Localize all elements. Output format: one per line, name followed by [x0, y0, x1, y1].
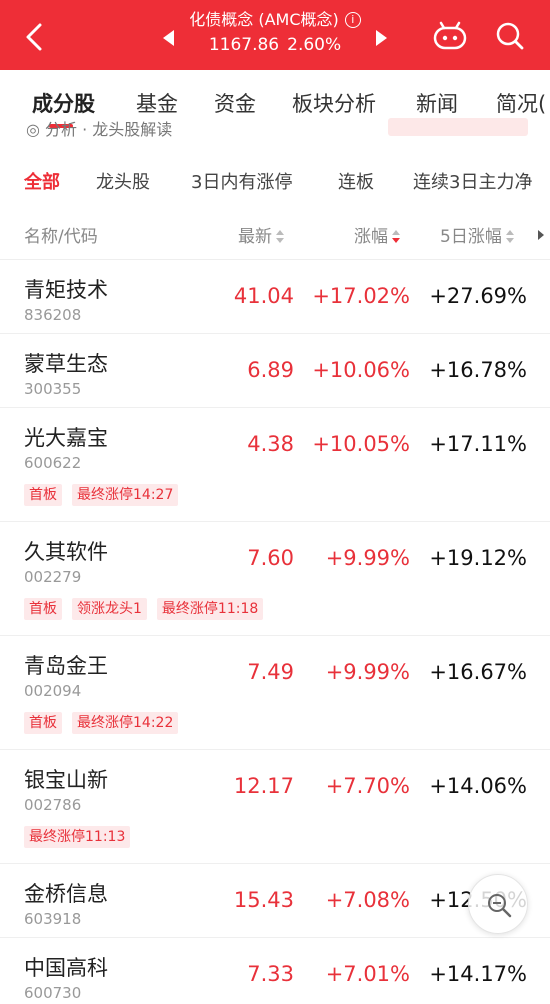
stock-five-day: +14.17% [429, 962, 527, 986]
col-latest[interactable]: 最新 [238, 222, 284, 247]
badge-first-board: 首板 [24, 712, 62, 734]
subtab-limit-up-3d[interactable]: 3日内有涨停 [191, 168, 292, 194]
badge-group: 首板 领涨龙头1 最终涨停11:18 [24, 598, 264, 620]
badge-group: 首板 最终涨停14:27 [24, 484, 179, 506]
stock-name: 蒙草生态 [24, 352, 108, 376]
tab-news[interactable]: 新闻 [416, 88, 458, 118]
subtab-leaders[interactable]: 龙头股 [96, 168, 150, 194]
partial-strip-text: ◎ 分析 · 龙头股解读 [26, 120, 173, 138]
partial-scrolled-strip: ◎ 分析 · 龙头股解读 [0, 116, 550, 138]
stock-price: 4.38 [247, 432, 294, 456]
stock-change: +7.08% [325, 888, 410, 912]
stock-name: 青岛金王 [24, 654, 108, 678]
stock-code: 600622 [24, 454, 82, 472]
stock-five-day: +16.67% [429, 660, 527, 684]
stock-change: +9.99% [325, 546, 410, 570]
sub-tabs: 全部 龙头股 3日内有涨停 连板 连续3日主力净 [0, 160, 550, 204]
badge-first-board: 首板 [24, 484, 62, 506]
stock-code: 002094 [24, 682, 82, 700]
stock-five-day: +19.12% [429, 546, 527, 570]
stock-code: 836208 [24, 306, 82, 324]
table-row[interactable]: 青矩技术 836208 41.04 +17.02% +27.69% [0, 260, 550, 334]
sort-icon [505, 230, 514, 244]
table-row[interactable]: 久其软件 002279 7.60 +9.99% +19.12% 首板 领涨龙头1… [0, 522, 550, 636]
stock-name: 银宝山新 [24, 768, 108, 792]
partial-strip-button[interactable] [388, 118, 528, 136]
sort-desc-icon [392, 230, 400, 244]
badge-group: 首板 最终涨停14:22 [24, 712, 179, 734]
info-icon[interactable]: i [344, 12, 361, 28]
tab-sector-analysis[interactable]: 板块分析 [292, 88, 376, 118]
stock-five-day: +27.69% [429, 284, 527, 308]
badge-limit-up-time: 最终涨停11:13 [24, 826, 131, 848]
stock-code: 603918 [24, 910, 82, 928]
stock-change: +7.70% [325, 774, 410, 798]
stock-change: +7.01% [325, 962, 410, 986]
stock-price: 7.33 [247, 962, 294, 986]
stock-code: 002786 [24, 796, 82, 814]
stock-price: 15.43 [233, 888, 294, 912]
tab-capital[interactable]: 资金 [214, 88, 256, 118]
stock-name: 青矩技术 [24, 278, 108, 302]
stock-change: +9.99% [325, 660, 410, 684]
badge-limit-up-time: 最终涨停11:18 [156, 598, 264, 620]
stock-price: 7.49 [247, 660, 294, 684]
stock-price: 6.89 [247, 358, 294, 382]
stock-name: 久其软件 [24, 540, 108, 564]
subtab-consecutive[interactable]: 连板 [338, 168, 374, 194]
tab-funds[interactable]: 基金 [136, 88, 178, 118]
stock-code: 300355 [24, 380, 82, 398]
stock-price: 7.60 [247, 546, 294, 570]
stock-price: 12.17 [233, 774, 294, 798]
col-change[interactable]: 涨幅 [354, 222, 400, 247]
tab-overview[interactable]: 简况( [496, 88, 546, 118]
col-change-label: 涨幅 [354, 227, 388, 247]
top-bar: 化债概念 (AMC概念) i 1167.86 2.60% [0, 0, 550, 70]
col-five-day-label: 5日涨幅 [440, 227, 502, 247]
index-change: 2.60% [287, 35, 342, 55]
table-row[interactable]: 中国高科 600730 7.33 +7.01% +14.17% [0, 938, 550, 1004]
sort-icon [276, 230, 284, 244]
badge-limit-up-time: 最终涨停14:22 [72, 712, 179, 734]
stock-code: 600730 [24, 984, 82, 1002]
stock-name: 光大嘉宝 [24, 426, 108, 450]
table-row[interactable]: 蒙草生态 300355 6.89 +10.06% +16.78% [0, 334, 550, 408]
badge-limit-up-time: 最终涨停14:27 [72, 484, 179, 506]
index-price: 1167.86 [208, 35, 280, 55]
page-title: 化债概念 (AMC概念) [189, 10, 339, 29]
stock-name: 中国高科 [24, 956, 108, 980]
stock-five-day: +17.11% [429, 432, 527, 456]
column-header: 名称/代码 最新 涨幅 5日涨幅 [0, 212, 550, 260]
col-name-code: 名称/代码 [24, 227, 98, 247]
stock-name: 金桥信息 [24, 882, 108, 906]
subtab-main-inflow[interactable]: 连续3日主力净 [413, 168, 532, 194]
col-five-day[interactable]: 5日涨幅 [440, 222, 514, 247]
table-row[interactable]: 青岛金王 002094 7.49 +9.99% +16.67% 首板 最终涨停1… [0, 636, 550, 750]
col-latest-label: 最新 [238, 227, 272, 247]
badge-first-board: 首板 [24, 598, 62, 620]
table-row[interactable]: 光大嘉宝 600622 4.38 +10.05% +17.11% 首板 最终涨停… [0, 408, 550, 522]
stock-change: +10.06% [312, 358, 410, 382]
zoom-icon [488, 894, 512, 918]
stock-change: +17.02% [312, 284, 410, 308]
tab-constituents[interactable]: 成分股 [32, 88, 95, 118]
stock-price: 41.04 [233, 284, 294, 308]
search-icon[interactable] [494, 20, 526, 52]
stock-five-day: +16.78% [429, 358, 527, 382]
more-columns-icon[interactable] [538, 230, 544, 240]
stock-change: +10.05% [312, 432, 410, 456]
stock-code: 002279 [24, 568, 82, 586]
subtab-all[interactable]: 全部 [24, 168, 60, 194]
robot-icon[interactable] [432, 20, 468, 52]
table-row[interactable]: 银宝山新 002786 12.17 +7.70% +14.06% 最终涨停11:… [0, 750, 550, 864]
stock-five-day: +14.06% [429, 774, 527, 798]
zoom-button[interactable] [468, 874, 528, 934]
badge-group: 最终涨停11:13 [24, 826, 131, 848]
badge-leader: 领涨龙头1 [72, 598, 147, 620]
next-arrow-icon[interactable] [376, 30, 387, 46]
